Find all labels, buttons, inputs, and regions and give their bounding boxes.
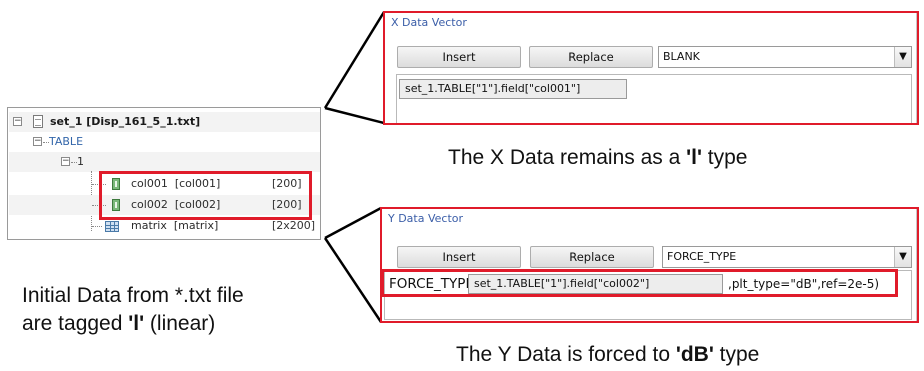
caption-text: The Y Data is forced to xyxy=(456,343,676,366)
y-panel-highlight xyxy=(380,207,919,323)
callout-line-x-top xyxy=(323,11,386,109)
caption-text: are tagged xyxy=(22,312,129,335)
tree-group-label: 1 xyxy=(77,155,84,168)
callout-line-y-top xyxy=(324,206,382,240)
tree-row-group[interactable]: − 1 xyxy=(9,152,320,172)
tree-row-table[interactable]: − TABLE xyxy=(9,132,320,152)
caption-emphasis: 'l' xyxy=(686,146,702,169)
caption-text: The X Data remains as a xyxy=(448,146,687,169)
caption-y-data: The Y Data is forced to 'dB' type xyxy=(456,343,759,367)
tree-connector xyxy=(92,226,102,227)
tree-table-label: TABLE xyxy=(49,135,84,148)
data-tree: − set_1 [Disp_161_5_1.txt] − TABLE − 1 c… xyxy=(7,107,321,240)
caption-emphasis: 'dB' xyxy=(675,343,714,366)
collapse-icon[interactable]: − xyxy=(61,157,70,166)
caption-x-data: The X Data remains as a 'l' type xyxy=(448,146,747,170)
x-panel-highlight xyxy=(383,11,919,125)
matrix-icon xyxy=(105,221,119,232)
callout-line-x-bottom xyxy=(324,106,385,125)
caption-line-1: Initial Data from *.txt file xyxy=(22,284,244,307)
caption-initial-data: Initial Data from *.txt file are tagged … xyxy=(22,282,244,338)
caption-line-2: are tagged 'l' (linear) xyxy=(22,310,244,338)
caption-text: type xyxy=(701,146,748,169)
callout-line-y-bottom xyxy=(323,237,383,323)
tree-row-root[interactable]: − set_1 [Disp_161_5_1.txt] xyxy=(9,112,320,132)
highlight-frame xyxy=(99,171,312,220)
caption-text: (linear) xyxy=(144,312,216,335)
caption-emphasis: 'l' xyxy=(128,312,145,335)
collapse-icon[interactable]: − xyxy=(13,117,22,126)
collapse-icon[interactable]: − xyxy=(33,137,42,146)
file-icon xyxy=(33,115,43,128)
caption-text: type xyxy=(713,343,760,366)
tree-root-label: set_1 [Disp_161_5_1.txt] xyxy=(50,115,201,128)
